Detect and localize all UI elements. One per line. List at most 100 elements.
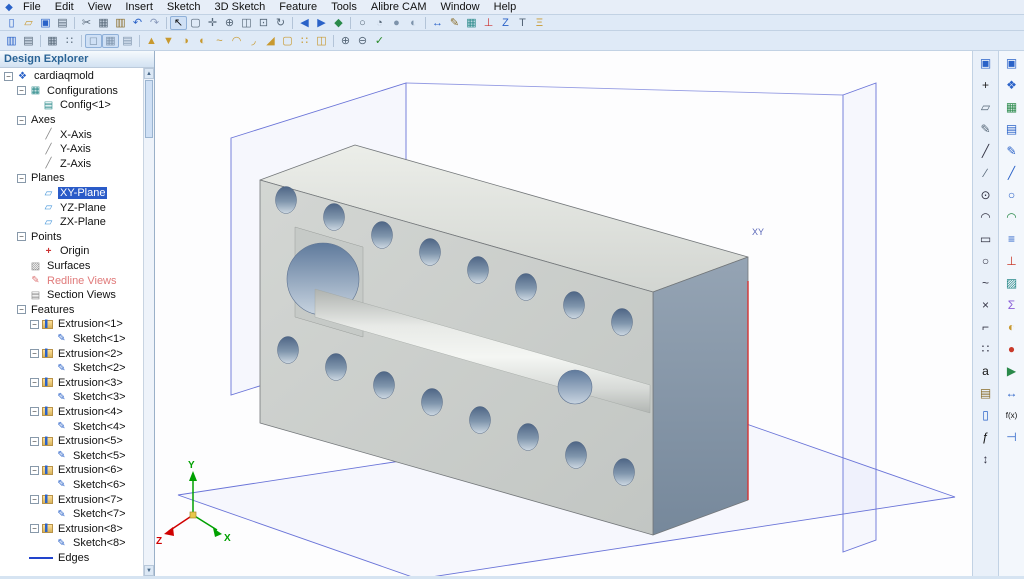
pattern-points-icon[interactable]: ∷ [976, 341, 995, 357]
check-part-icon[interactable]: ✓ [371, 34, 388, 48]
delete-icon[interactable]: × [976, 297, 995, 313]
ellipse-icon[interactable]: ○ [976, 253, 995, 269]
paste-icon[interactable]: ▥ [112, 16, 129, 30]
select-faces-icon[interactable]: ▢ [187, 16, 204, 30]
tree-item-y-axis[interactable]: Y-Axis [0, 142, 142, 157]
circle-icon[interactable]: ⊙ [976, 187, 995, 203]
tree-item-extrusion-6-[interactable]: −Extrusion<6> [0, 463, 142, 478]
fx-icon[interactable]: ƒ [976, 429, 995, 445]
menu-sketch[interactable]: Sketch [160, 0, 208, 14]
tree-item-extrusion-7-[interactable]: −Extrusion<7> [0, 492, 142, 507]
annotate-icon[interactable]: ✎ [446, 16, 463, 30]
zoom-selected-icon[interactable]: Z [497, 16, 514, 30]
tree-item-extrusion-3-[interactable]: −Extrusion<3> [0, 375, 142, 390]
chamfer-icon[interactable]: ◢ [262, 34, 279, 48]
tree-item-sketch-3-[interactable]: Sketch<3> [0, 390, 142, 405]
tree-item-config-1-[interactable]: Config<1> [0, 98, 142, 113]
equations-icon[interactable]: Σ [1002, 297, 1021, 313]
spline-icon[interactable]: ~ [976, 275, 995, 291]
dimension-style-icon[interactable]: ⊣ [1002, 429, 1021, 445]
construction-line-icon[interactable]: ∕ [976, 165, 995, 181]
text-tool-icon[interactable]: T [514, 16, 531, 30]
expand-toggle-icon[interactable]: − [17, 305, 26, 314]
expand-toggle-icon[interactable]: − [30, 466, 39, 475]
extrude-preview-icon[interactable]: ▯ [976, 407, 995, 423]
hidden-line-display-icon[interactable]: ◔ [371, 16, 388, 30]
zoom-window-icon[interactable]: ◫ [238, 16, 255, 30]
explorer-scrollbar[interactable] [143, 68, 154, 576]
view-single-icon[interactable]: ◻ [85, 34, 102, 48]
offset-tool-icon[interactable]: ≡ [1002, 231, 1021, 247]
expand-toggle-icon[interactable]: − [30, 349, 39, 358]
menu-window[interactable]: Window [434, 0, 487, 14]
extrude-boss-icon[interactable]: ▲ [143, 34, 160, 48]
expand-toggle-icon[interactable]: − [30, 495, 39, 504]
select-icon[interactable]: ↖ [170, 16, 187, 30]
open-icon[interactable]: ▱ [20, 16, 37, 30]
view-manager-icon[interactable]: ▣ [1002, 55, 1021, 71]
boolean-union-icon[interactable]: ⊕ [337, 34, 354, 48]
expand-toggle-icon[interactable]: − [17, 232, 26, 241]
expand-toggle-icon[interactable]: − [17, 174, 26, 183]
redo-icon[interactable]: ↷ [146, 16, 163, 30]
scroll-down-icon[interactable] [144, 565, 154, 576]
tree-item-origin[interactable]: Origin [0, 244, 142, 259]
snapshot-icon[interactable]: ▣ [976, 55, 995, 71]
function-editor-icon[interactable]: f(x) [1002, 407, 1021, 423]
tree-item-yz-plane[interactable]: YZ-Plane [0, 200, 142, 215]
snap-points-icon[interactable]: ∷ [61, 34, 78, 48]
menu-view[interactable]: View [81, 0, 119, 14]
wireframe-display-icon[interactable]: ○ [354, 16, 371, 30]
copy-icon[interactable]: ▦ [95, 16, 112, 30]
previous-view-icon[interactable]: ◀ [296, 16, 313, 30]
menu-insert[interactable]: Insert [118, 0, 160, 14]
tree-item-sketch-7-[interactable]: Sketch<7> [0, 507, 142, 522]
tree-item-sketch-8-[interactable]: Sketch<8> [0, 536, 142, 551]
render-icon[interactable]: ● [1002, 341, 1021, 357]
eraser-icon[interactable]: ▱ [976, 99, 995, 115]
sketch-workspace-icon[interactable]: ✎ [1002, 143, 1021, 159]
menu-help[interactable]: Help [487, 0, 524, 14]
snap-grid-icon[interactable]: ▦ [44, 34, 61, 48]
add-node-icon[interactable]: + [976, 77, 995, 93]
measure-tool-icon[interactable]: ↔ [1002, 385, 1021, 401]
expand-toggle-icon[interactable]: − [30, 524, 39, 533]
menu-feature[interactable]: Feature [272, 0, 324, 14]
tree-item-configurations[interactable]: −Configurations [0, 84, 142, 99]
pattern-icon[interactable]: ∷ [296, 34, 313, 48]
revolve-cut-icon[interactable]: ◐ [194, 34, 211, 48]
undo-icon[interactable]: ↶ [129, 16, 146, 30]
menu-file[interactable]: File [16, 0, 48, 14]
quick-dimension-icon[interactable]: ↔ [429, 16, 446, 30]
line-tool-icon[interactable]: ╱ [1002, 165, 1021, 181]
tree-item-extrusion-1-[interactable]: −Extrusion<1> [0, 317, 142, 332]
view-grid-icon[interactable]: ▦ [102, 34, 119, 48]
save-icon[interactable]: ▣ [37, 16, 54, 30]
tree-item-zx-plane[interactable]: ZX-Plane [0, 215, 142, 230]
tree-item-features[interactable]: −Features [0, 303, 142, 318]
expand-toggle-icon[interactable]: − [30, 407, 39, 416]
tree-item-edges[interactable]: Edges [0, 551, 142, 566]
tree-item-xy-plane[interactable]: XY-Plane [0, 186, 142, 201]
pan-icon[interactable]: ✛ [204, 16, 221, 30]
tree-item-axes[interactable]: −Axes [0, 113, 142, 128]
tree-item-sketch-4-[interactable]: Sketch<4> [0, 419, 142, 434]
part-workspace-icon[interactable]: ❖ [1002, 77, 1021, 93]
tree-item-sketch-1-[interactable]: Sketch<1> [0, 332, 142, 347]
tree-item-sketch-2-[interactable]: Sketch<2> [0, 361, 142, 376]
tree-item-extrusion-8-[interactable]: −Extrusion<8> [0, 521, 142, 536]
drawing-workspace-icon[interactable]: ▤ [1002, 121, 1021, 137]
cut-icon[interactable]: ✂ [78, 16, 95, 30]
tree-item-sketch-5-[interactable]: Sketch<5> [0, 448, 142, 463]
tree-item-extrusion-2-[interactable]: −Extrusion<2> [0, 346, 142, 361]
project-geometry-icon[interactable]: ⊥ [1002, 253, 1021, 269]
boolean-subtract-icon[interactable]: ⊖ [354, 34, 371, 48]
menu-alibre-cam[interactable]: Alibre CAM [364, 0, 434, 14]
expand-toggle-icon[interactable]: − [30, 437, 39, 446]
extrude-cut-icon[interactable]: ▼ [160, 34, 177, 48]
tree-item-planes[interactable]: −Planes [0, 171, 142, 186]
pencil-icon[interactable]: ✎ [976, 121, 995, 137]
shaded-display-icon[interactable]: ● [388, 16, 405, 30]
colors-icon[interactable]: ◐ [1002, 319, 1021, 335]
view-cascade-icon[interactable]: ▤ [119, 34, 136, 48]
